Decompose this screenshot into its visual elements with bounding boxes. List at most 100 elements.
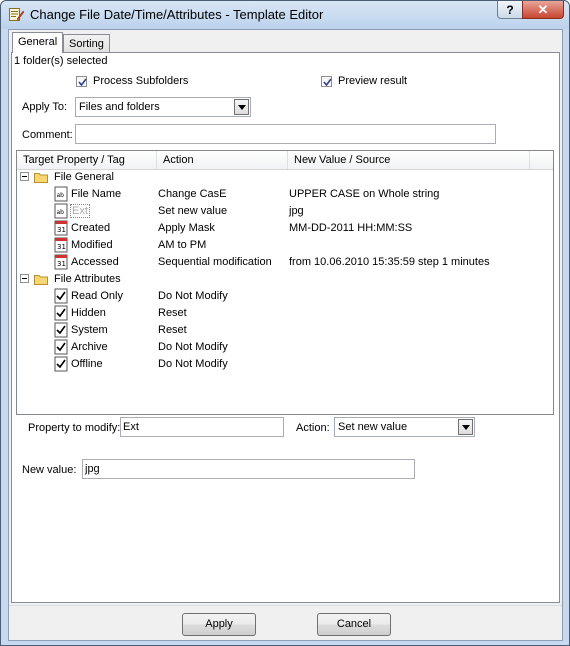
help-button[interactable]: ? xyxy=(497,1,523,19)
tree-group-row[interactable]: File Attributes xyxy=(17,271,553,288)
tree-item-row[interactable]: Archive Do Not Modify xyxy=(17,339,553,356)
tab-general[interactable]: General xyxy=(12,32,64,53)
folders-selected-text: 1 folder(s) selected xyxy=(14,55,108,67)
tree-item-row[interactable]: System Reset xyxy=(17,322,553,339)
tree-item-row-selected[interactable]: ab Ext Set new value jpg xyxy=(17,203,553,220)
folder-icon xyxy=(34,173,48,183)
new-value-input[interactable]: jpg xyxy=(82,459,415,479)
app-edit-icon xyxy=(9,8,24,21)
tree-item-row[interactable]: 31 Accessed Sequential modification from… xyxy=(17,254,553,271)
tree-item-label: Hidden xyxy=(71,307,106,319)
tree-item-action: AM to PM xyxy=(158,239,207,251)
tree-item-action: Sequential modification xyxy=(158,256,272,268)
grid-header: Target Property / Tag Action New Value /… xyxy=(17,151,553,170)
tree-item-label: Ext xyxy=(70,204,90,218)
apply-button[interactable]: Apply xyxy=(182,613,256,636)
help-icon: ? xyxy=(506,2,514,17)
tab-sorting[interactable]: Sorting xyxy=(63,34,110,54)
tree-item-action: Set new value xyxy=(158,205,228,217)
property-to-modify-input[interactable]: Ext xyxy=(120,417,284,437)
column-header-action[interactable]: Action xyxy=(157,151,288,169)
close-icon: ✕ xyxy=(537,1,549,17)
tree-item-action: Change CasE xyxy=(158,188,227,200)
tab-general-label: General xyxy=(18,36,58,48)
property-to-modify-label: Property to modify: xyxy=(28,422,121,434)
cancel-button-label: Cancel xyxy=(336,618,372,630)
action-value: Set new value xyxy=(338,421,408,433)
footer-divider xyxy=(9,605,562,606)
text-file-icon: ab xyxy=(54,186,68,202)
apply-to-value: Files and folders xyxy=(79,101,160,113)
apply-to-select[interactable]: Files and folders xyxy=(75,97,251,117)
dialog-window: Change File Date/Time/Attributes - Templ… xyxy=(0,0,570,646)
tree-item-row[interactable]: Read Only Do Not Modify xyxy=(17,288,553,305)
comment-label: Comment: xyxy=(22,129,73,141)
property-tree-grid[interactable]: Target Property / Tag Action New Value /… xyxy=(16,150,554,415)
checkbox-icon xyxy=(54,356,68,372)
preview-result-label: Preview result xyxy=(338,75,408,87)
chevron-down-icon[interactable] xyxy=(458,419,473,435)
apply-to-label: Apply To: xyxy=(22,101,68,113)
cancel-button[interactable]: Cancel xyxy=(317,613,391,636)
tree-item-action: Reset xyxy=(158,307,187,319)
column-header-new-value[interactable]: New Value / Source xyxy=(288,151,530,169)
svg-text:31: 31 xyxy=(57,226,66,234)
action-select[interactable]: Set new value xyxy=(334,417,475,437)
checkbox-icon xyxy=(54,339,68,355)
tab-sorting-label: Sorting xyxy=(69,38,104,50)
collapse-icon[interactable] xyxy=(20,274,29,283)
tree-group-label: File General xyxy=(54,171,114,183)
svg-text:31: 31 xyxy=(57,260,66,268)
checkbox-icon xyxy=(54,288,68,304)
tree-item-action: Do Not Modify xyxy=(158,290,228,302)
calendar-icon: 31 xyxy=(54,237,68,253)
new-value-value: jpg xyxy=(85,463,100,475)
process-subfolders-label: Process Subfolders xyxy=(93,75,189,87)
property-to-modify-value: Ext xyxy=(123,421,139,433)
tree-item-label: Accessed xyxy=(71,256,119,268)
chevron-down-icon[interactable] xyxy=(234,99,249,115)
column-header-target[interactable]: Target Property / Tag xyxy=(17,151,157,169)
svg-text:ab: ab xyxy=(57,192,65,199)
calendar-icon: 31 xyxy=(54,254,68,270)
tree-item-row[interactable]: Offline Do Not Modify xyxy=(17,356,553,373)
action-label: Action: xyxy=(296,422,330,434)
checkbox-icon xyxy=(54,322,68,338)
folder-icon xyxy=(34,275,48,285)
tree-item-label: File Name xyxy=(71,188,122,200)
tree-item-action: Reset xyxy=(158,324,187,336)
tree-item-row[interactable]: 31 Created Apply Mask MM-DD-2011 HH:MM:S… xyxy=(17,220,553,237)
tree-item-label: Modified xyxy=(71,239,113,251)
tree-item-label: Created xyxy=(71,222,111,234)
svg-text:ab: ab xyxy=(57,209,65,216)
window-title: Change File Date/Time/Attributes - Templ… xyxy=(30,7,324,22)
preview-result-checkbox[interactable] xyxy=(321,76,332,87)
process-subfolders-checkbox[interactable] xyxy=(76,76,87,87)
tree-item-row[interactable]: Hidden Reset xyxy=(17,305,553,322)
text-file-icon: ab xyxy=(54,203,68,219)
tree-item-label: System xyxy=(71,324,108,336)
svg-text:31: 31 xyxy=(57,243,66,251)
tree-group-row[interactable]: File General xyxy=(17,169,553,186)
checkmark-icon xyxy=(78,78,87,87)
title-bar[interactable]: Change File Date/Time/Attributes - Templ… xyxy=(1,1,569,29)
apply-button-label: Apply xyxy=(205,618,233,630)
tree-item-label: Offline xyxy=(71,358,103,370)
general-tab-panel: 1 folder(s) selected Process Subfolders … xyxy=(11,52,560,603)
collapse-icon[interactable] xyxy=(20,172,29,181)
tree-item-action: Do Not Modify xyxy=(158,341,228,353)
tree-item-row[interactable]: ab File Name Change CasE UPPER CASE on W… xyxy=(17,186,553,203)
tree-item-label: Archive xyxy=(71,341,108,353)
tree-item-row[interactable]: 31 Modified AM to PM xyxy=(17,237,553,254)
checkbox-icon xyxy=(54,305,68,321)
column-header-spacer xyxy=(530,151,553,169)
tree-item-new-value: from 10.06.2010 15:35:59 step 1 minutes xyxy=(289,256,490,268)
tree-item-action: Apply Mask xyxy=(158,222,215,234)
dialog-client-area: General Sorting 1 folder(s) selected Pro… xyxy=(8,29,563,641)
new-value-label: New value: xyxy=(22,464,77,476)
close-button[interactable]: ✕ xyxy=(522,1,564,19)
tree-item-label: Read Only xyxy=(71,290,123,302)
calendar-icon: 31 xyxy=(54,220,68,236)
tree-item-new-value: UPPER CASE on Whole string xyxy=(289,188,440,200)
comment-input[interactable] xyxy=(75,124,496,144)
